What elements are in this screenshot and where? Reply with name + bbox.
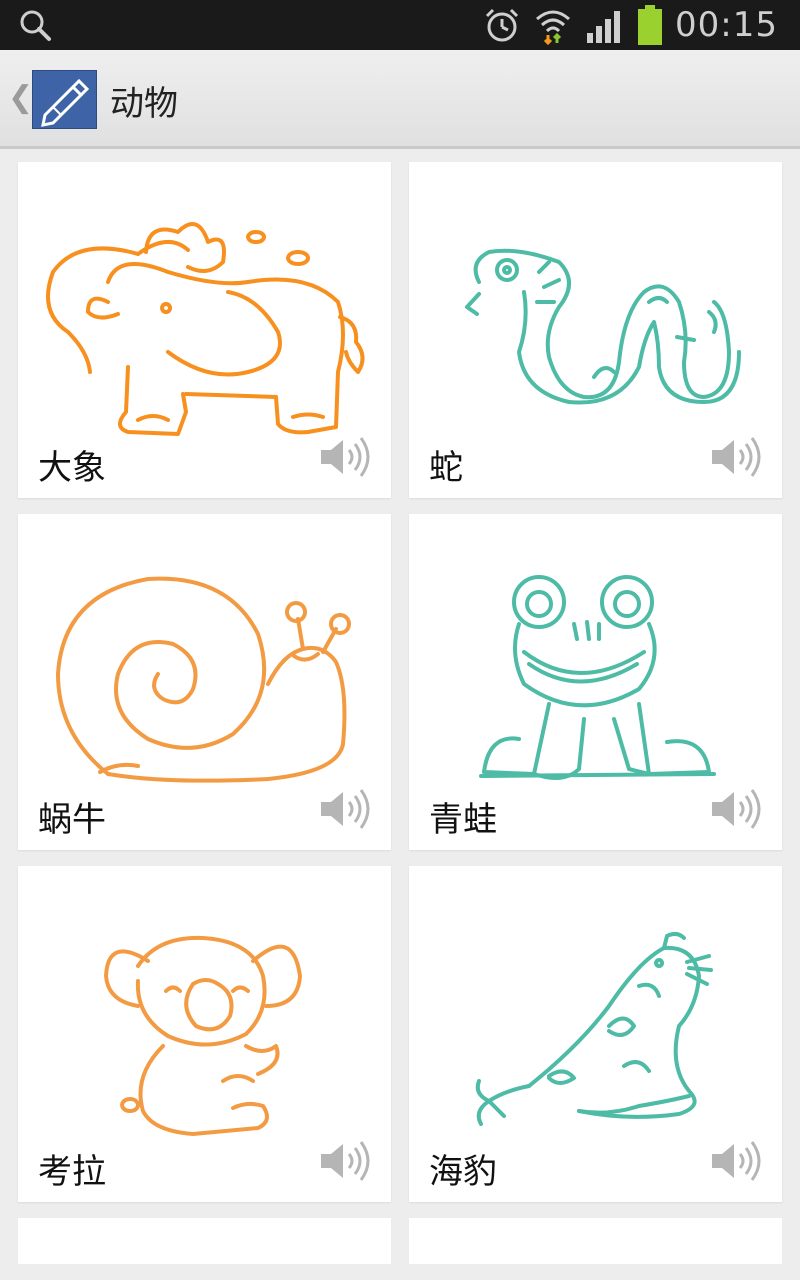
animal-card-snake[interactable]: 蛇 <box>409 162 782 498</box>
wifi-icon <box>536 10 571 45</box>
battery-icon <box>638 5 663 45</box>
animal-card-partial[interactable] <box>18 1218 391 1264</box>
card-label: 海豹 <box>429 1152 497 1192</box>
card-label: 考拉 <box>38 1152 106 1192</box>
search-icon[interactable] <box>18 8 52 42</box>
app-icon[interactable] <box>32 70 97 129</box>
card-label: 蜗牛 <box>38 800 106 840</box>
speaker-icon[interactable] <box>319 788 373 830</box>
speaker-icon[interactable] <box>319 1140 373 1182</box>
animal-card-koala[interactable]: 考拉 <box>18 866 391 1202</box>
card-label: 大象 <box>38 448 106 488</box>
animal-card-seal[interactable]: 海豹 <box>409 866 782 1202</box>
clock-time: 00:15 <box>675 5 778 45</box>
animal-card-partial[interactable] <box>409 1218 782 1264</box>
speaker-icon[interactable] <box>710 436 764 478</box>
pencil-icon <box>41 78 90 127</box>
animal-card-elephant[interactable]: 大象 <box>18 162 391 498</box>
speaker-icon[interactable] <box>710 1140 764 1182</box>
signal-icon <box>587 11 621 43</box>
animal-card-frog[interactable]: 青蛙 <box>409 514 782 850</box>
card-label: 青蛙 <box>429 800 497 840</box>
animal-card-snail[interactable]: 蜗牛 <box>18 514 391 850</box>
page-title: 动物 <box>110 84 178 124</box>
alarm-icon <box>485 8 519 42</box>
action-bar: ❮ 动物 <box>0 50 800 149</box>
back-chevron-icon[interactable]: ❮ <box>8 80 33 115</box>
status-bar: 00:15 <box>0 0 800 50</box>
speaker-icon[interactable] <box>710 788 764 830</box>
card-label: 蛇 <box>429 448 463 488</box>
speaker-icon[interactable] <box>319 436 373 478</box>
